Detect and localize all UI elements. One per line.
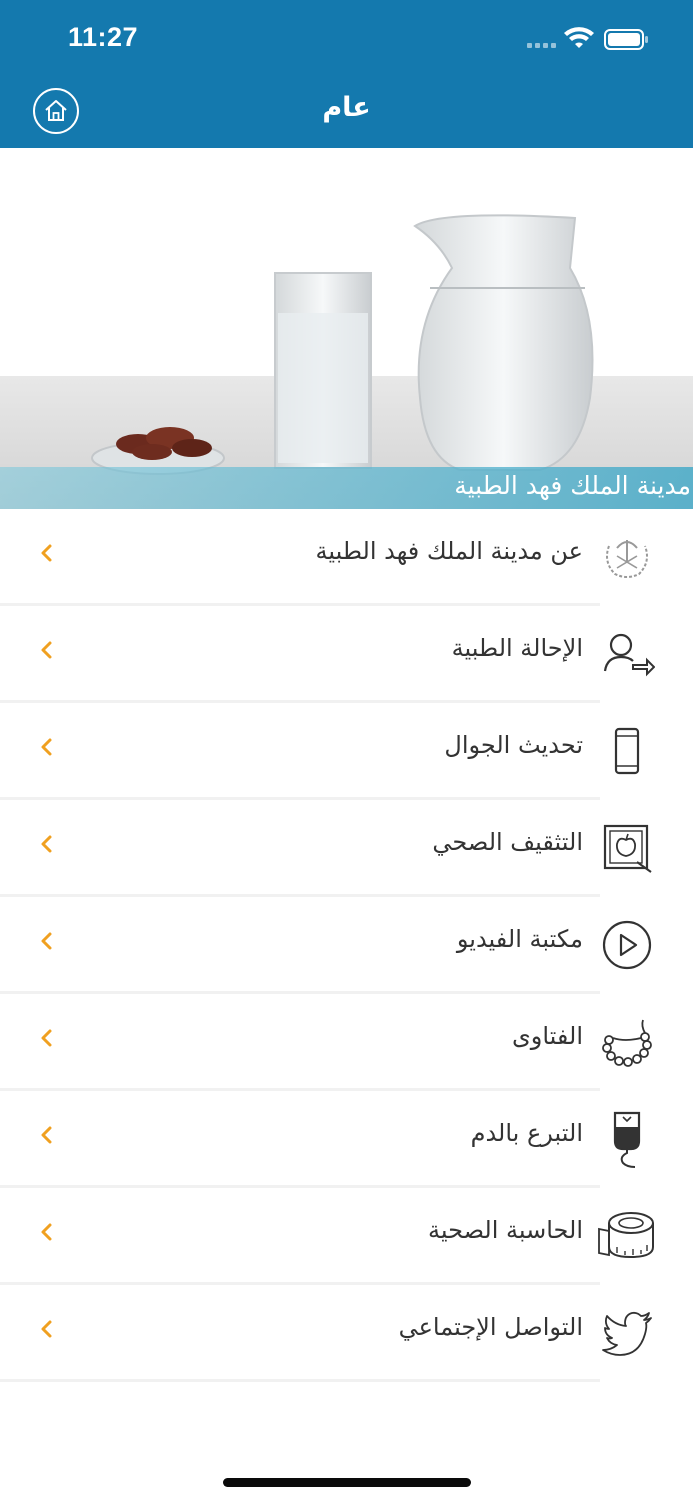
menu-item-fatwas[interactable]: الفتاوى (0, 994, 693, 1091)
home-indicator[interactable] (223, 1478, 471, 1487)
status-time: 11:27 (68, 22, 139, 52)
menu-label: التثقيف الصحي (432, 828, 583, 856)
chevron-left-icon (41, 1126, 52, 1144)
menu-label: الإحالة الطبية (451, 634, 583, 662)
menu-item-health-calculator[interactable]: الحاسبة الصحية (0, 1188, 693, 1285)
chevron-left-icon (41, 835, 52, 853)
emblem-icon (597, 527, 657, 587)
menu-item-social-media[interactable]: التواصل الإجتماعي (0, 1285, 693, 1382)
menu-label: التبرع بالدم (470, 1119, 583, 1147)
cellular-signal-icon (527, 43, 556, 48)
health-education-icon (597, 818, 657, 878)
menu-item-blood-donation[interactable]: التبرع بالدم (0, 1091, 693, 1188)
banner-caption-text: مدينة الملك فهد الطبية (454, 471, 691, 500)
menu-label: تحديث الجوال (444, 731, 583, 759)
menu-label: عن مدينة الملك فهد الطبية (315, 537, 583, 565)
wifi-icon (564, 27, 594, 48)
mobile-icon (597, 721, 657, 781)
chevron-left-icon (41, 738, 52, 756)
menu-item-health-education[interactable]: التثقيف الصحي (0, 800, 693, 897)
blood-bag-icon (597, 1109, 657, 1169)
menu-label: التواصل الإجتماعي (398, 1313, 583, 1341)
prayer-beads-icon (597, 1012, 657, 1072)
menu-label: الفتاوى (511, 1022, 583, 1050)
menu-item-medical-referral[interactable]: الإحالة الطبية (0, 606, 693, 703)
menu-item-video-library[interactable]: مكتبة الفيديو (0, 897, 693, 994)
chevron-left-icon (41, 641, 52, 659)
chevron-left-icon (41, 1223, 52, 1241)
chevron-left-icon (41, 1320, 52, 1338)
menu-label: مكتبة الفيديو (456, 925, 583, 953)
app-header: 11:27 عام (0, 0, 693, 148)
battery-icon (604, 29, 648, 50)
menu-item-update-mobile[interactable]: تحديث الجوال (0, 703, 693, 800)
play-icon (597, 915, 657, 975)
chevron-left-icon (41, 1029, 52, 1047)
twitter-icon (597, 1303, 657, 1363)
chevron-left-icon (41, 932, 52, 950)
measuring-tape-icon (597, 1206, 657, 1266)
menu-label: الحاسبة الصحية (427, 1216, 583, 1244)
banner-image: مدينة الملك فهد الطبية (0, 148, 693, 509)
divider (0, 1379, 600, 1382)
menu-item-about[interactable]: عن مدينة الملك فهد الطبية (0, 509, 693, 606)
status-icons (527, 27, 648, 50)
chevron-left-icon (41, 544, 52, 562)
banner-caption: مدينة الملك فهد الطبية (0, 467, 693, 509)
page-title: عام (322, 92, 371, 123)
referral-icon (597, 624, 657, 684)
banner-illustration (0, 148, 693, 509)
